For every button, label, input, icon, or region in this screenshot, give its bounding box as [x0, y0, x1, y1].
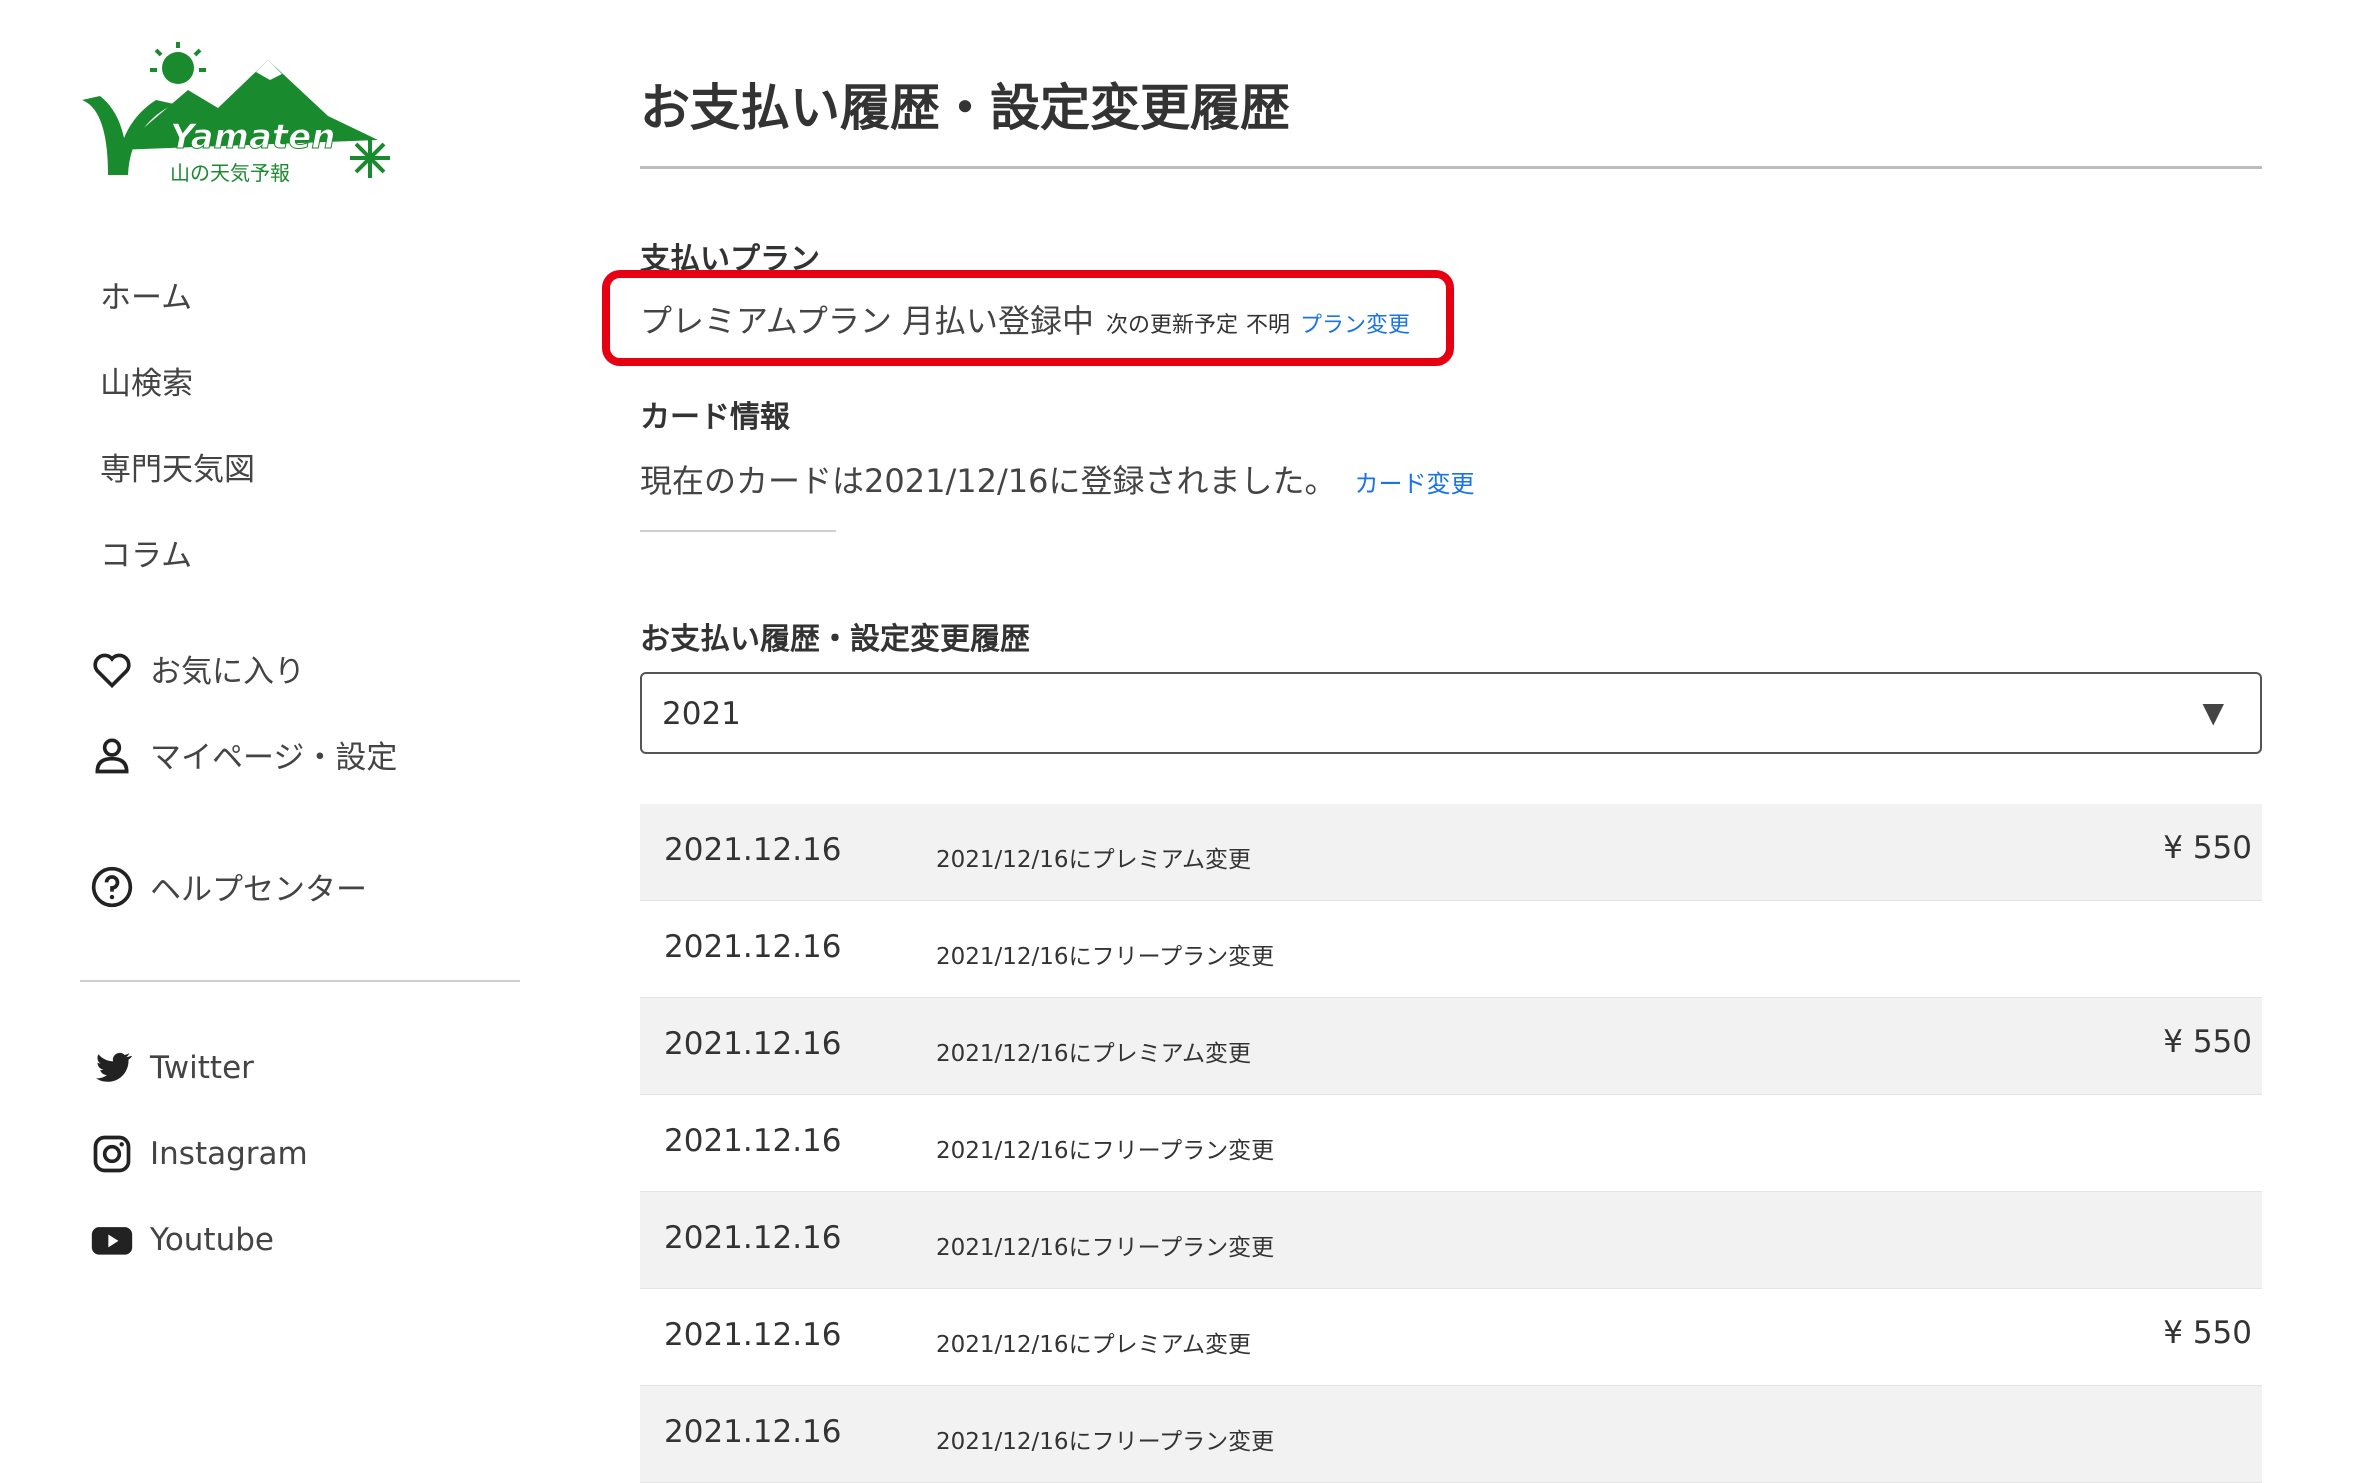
person-icon — [90, 733, 134, 777]
history-row: 2021.12.16 2021/12/16にフリープラン変更 — [640, 1386, 2262, 1483]
help-circle-icon — [90, 865, 134, 909]
nav-weather-charts[interactable]: 専門天気図 — [100, 444, 255, 489]
nav-help-center[interactable]: ヘルプセンター — [90, 864, 367, 909]
logo-mountain-graphic: Yamaten 山の天気予報 — [82, 42, 390, 185]
history-row-amount: ¥ 550 — [2163, 1315, 2252, 1351]
youtube-icon — [90, 1218, 134, 1262]
history-row-date: 2021.12.16 — [664, 832, 842, 868]
social-youtube[interactable]: Youtube — [90, 1218, 274, 1262]
nav-favorites-label: お気に入り — [150, 654, 305, 690]
card-info-row: 現在のカードは2021/12/16に登録されました。 カード変更 — [640, 456, 1474, 502]
history-row-description: 2021/12/16にプレミアム変更 — [936, 1041, 1251, 1067]
page-title: お支払い履歴・設定変更履歴 — [640, 79, 1290, 137]
history-heading: お支払い履歴・設定変更履歴 — [640, 622, 1030, 657]
nav-mypage[interactable]: マイページ・設定 — [90, 732, 397, 777]
nav-mountain-search[interactable]: 山検索 — [100, 358, 193, 403]
history-row: 2021.12.16 2021/12/16にプレミアム変更 ¥ 550 — [640, 804, 2262, 901]
year-select[interactable]: 2021 ▼ — [640, 672, 2262, 754]
history-row-description: 2021/12/16にプレミアム変更 — [936, 847, 1251, 873]
nav-mypage-label: マイページ・設定 — [150, 740, 398, 776]
card-registration-text: 現在のカードは2021/12/16に登録されました。 — [640, 462, 1337, 500]
title-divider — [640, 166, 2262, 169]
card-change-link[interactable]: カード変更 — [1354, 464, 1474, 499]
history-row-description: 2021/12/16にフリープラン変更 — [936, 1235, 1275, 1261]
history-row-date: 2021.12.16 — [664, 1220, 842, 1256]
history-row-date: 2021.12.16 — [664, 1317, 842, 1353]
history-row-description: 2021/12/16にフリープラン変更 — [936, 944, 1275, 970]
history-row-amount: ¥ 550 — [2163, 830, 2252, 866]
social-twitter[interactable]: Twitter — [90, 1046, 254, 1090]
card-heading: カード情報 — [640, 400, 790, 435]
instagram-icon — [90, 1132, 134, 1176]
year-select-value: 2021 — [662, 696, 741, 732]
history-row-date: 2021.12.16 — [664, 1123, 842, 1159]
sidebar-divider — [80, 980, 520, 982]
history-row-description: 2021/12/16にフリープラン変更 — [936, 1429, 1275, 1455]
yamaten-logo[interactable]: Yamaten 山の天気予報 — [78, 40, 398, 190]
history-row: 2021.12.16 2021/12/16にプレミアム変更 ¥ 550 — [640, 998, 2262, 1095]
social-youtube-label: Youtube — [150, 1222, 274, 1258]
logo-wordmark: Yamaten — [170, 117, 335, 157]
twitter-icon — [90, 1046, 134, 1090]
nav-favorites[interactable]: お気に入り — [90, 646, 305, 691]
heart-icon — [90, 647, 134, 691]
social-twitter-label: Twitter — [150, 1050, 254, 1086]
history-row: 2021.12.16 2021/12/16にプレミアム変更 ¥ 550 — [640, 1289, 2262, 1386]
history-row: 2021.12.16 2021/12/16にフリープラン変更 — [640, 901, 2262, 998]
social-instagram[interactable]: Instagram — [90, 1132, 308, 1176]
nav-help-label: ヘルプセンター — [150, 872, 367, 908]
history-row-date: 2021.12.16 — [664, 1026, 842, 1062]
history-list: 2021.12.16 2021/12/16にプレミアム変更 ¥ 550 2021… — [640, 804, 2262, 1483]
highlight-annotation-box — [602, 270, 1454, 366]
history-row-date: 2021.12.16 — [664, 929, 842, 965]
dropdown-arrow-icon: ▼ — [2202, 696, 2224, 729]
history-row-date: 2021.12.16 — [664, 1414, 842, 1450]
nav-column[interactable]: コラム — [100, 530, 192, 575]
history-row-amount: ¥ 550 — [2163, 1024, 2252, 1060]
history-row-description: 2021/12/16にフリープラン変更 — [936, 1138, 1275, 1164]
section-divider — [640, 530, 836, 532]
social-instagram-label: Instagram — [150, 1136, 308, 1172]
logo-tagline: 山の天気予報 — [170, 161, 290, 185]
history-row-description: 2021/12/16にプレミアム変更 — [936, 1332, 1251, 1358]
history-row: 2021.12.16 2021/12/16にフリープラン変更 — [640, 1192, 2262, 1289]
nav-home[interactable]: ホーム — [100, 272, 192, 317]
history-row: 2021.12.16 2021/12/16にフリープラン変更 — [640, 1095, 2262, 1192]
